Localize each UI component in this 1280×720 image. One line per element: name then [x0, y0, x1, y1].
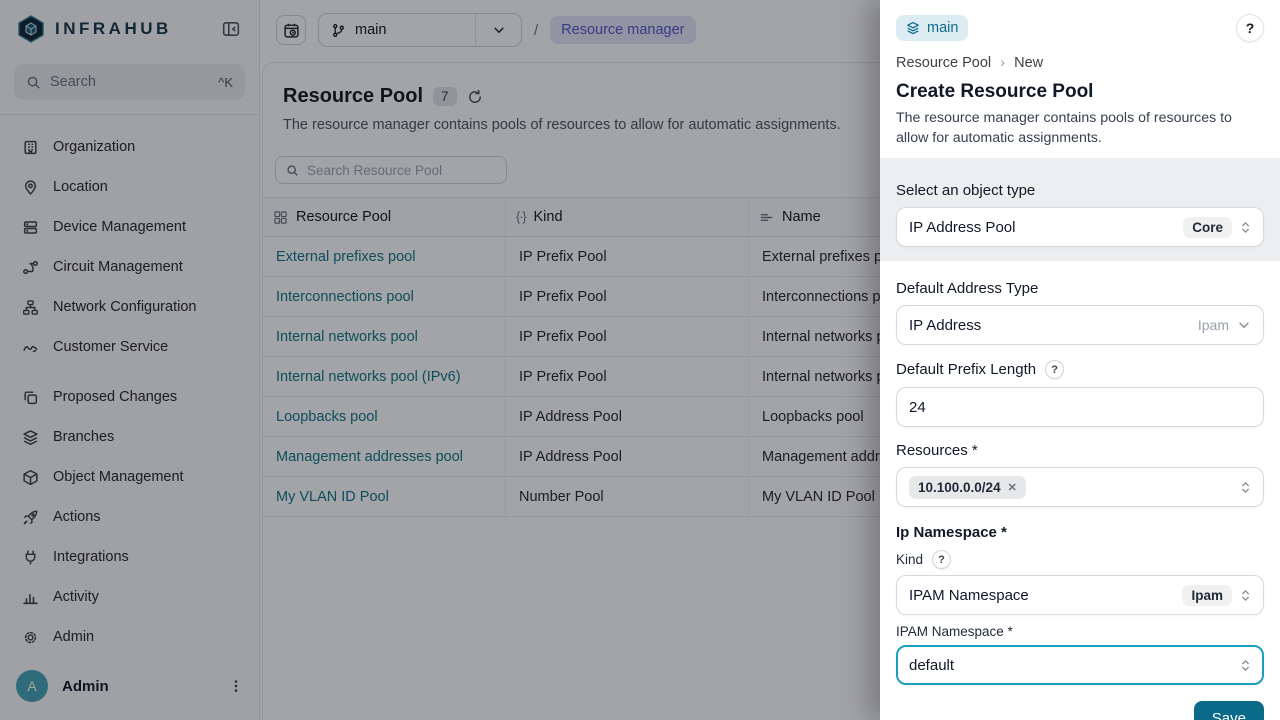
default-prefix-length-input-wrap — [896, 387, 1264, 427]
remove-chip-icon[interactable]: ✕ — [1008, 481, 1017, 494]
drawer-description: The resource manager contains pools of r… — [896, 109, 1264, 148]
default-address-type-select[interactable]: IP Address Ipam — [896, 305, 1264, 345]
ip-namespace-group-label: Ip Namespace * — [896, 524, 1264, 541]
stepper-icon — [1240, 658, 1251, 673]
stepper-icon — [1240, 480, 1251, 495]
object-type-value: IP Address Pool — [909, 219, 1175, 236]
save-button[interactable]: Save — [1194, 701, 1264, 720]
drawer-footer: Save — [880, 685, 1280, 720]
drawer-header: main ? Resource Pool › New Create Resour… — [880, 0, 1280, 158]
drawer-body: Select an object type IP Address Pool Co… — [880, 158, 1280, 720]
field-default-address-type: Default Address Type IP Address Ipam — [896, 280, 1264, 345]
drawer-overlay[interactable] — [0, 0, 880, 720]
breadcrumb-current: New — [1014, 55, 1043, 71]
layers-icon — [906, 21, 920, 35]
ipam-namespace-select[interactable]: default — [896, 645, 1264, 685]
object-type-select[interactable]: IP Address Pool Core — [896, 207, 1264, 247]
object-type-section: Select an object type IP Address Pool Co… — [880, 158, 1280, 261]
object-type-label: Select an object type — [896, 182, 1264, 199]
field-ipam-namespace: IPAM Namespace * default — [896, 624, 1264, 685]
ipam-badge: Ipam — [1182, 585, 1232, 606]
chevron-right-icon: › — [1000, 54, 1005, 71]
breadcrumb-parent[interactable]: Resource Pool — [896, 55, 991, 71]
kind-hint: Ipam — [1198, 317, 1229, 333]
resource-chip: 10.100.0.0/24 ✕ — [909, 476, 1026, 499]
help-tooltip-icon[interactable]: ? — [932, 550, 951, 569]
branch-badge[interactable]: main — [896, 15, 968, 41]
help-button[interactable]: ? — [1236, 14, 1264, 42]
stepper-icon — [1240, 220, 1251, 235]
drawer-breadcrumb: Resource Pool › New — [896, 54, 1264, 71]
field-default-prefix-length: Default Prefix Length ? — [896, 360, 1264, 427]
drawer-form: Default Address Type IP Address Ipam Def… — [880, 261, 1280, 685]
resources-multiselect[interactable]: 10.100.0.0/24 ✕ — [896, 467, 1264, 507]
field-resources: Resources * 10.100.0.0/24 ✕ — [896, 442, 1264, 507]
stepper-icon — [1240, 588, 1251, 603]
chevron-down-icon — [1237, 318, 1251, 332]
default-prefix-length-input[interactable] — [909, 399, 1251, 416]
create-resource-pool-drawer: main ? Resource Pool › New Create Resour… — [880, 0, 1280, 720]
core-badge: Core — [1183, 217, 1232, 238]
kind-select[interactable]: IPAM Namespace Ipam — [896, 575, 1264, 615]
drawer-title: Create Resource Pool — [896, 81, 1264, 103]
help-tooltip-icon[interactable]: ? — [1045, 360, 1064, 379]
field-kind: Kind ? IPAM Namespace Ipam — [896, 550, 1264, 615]
